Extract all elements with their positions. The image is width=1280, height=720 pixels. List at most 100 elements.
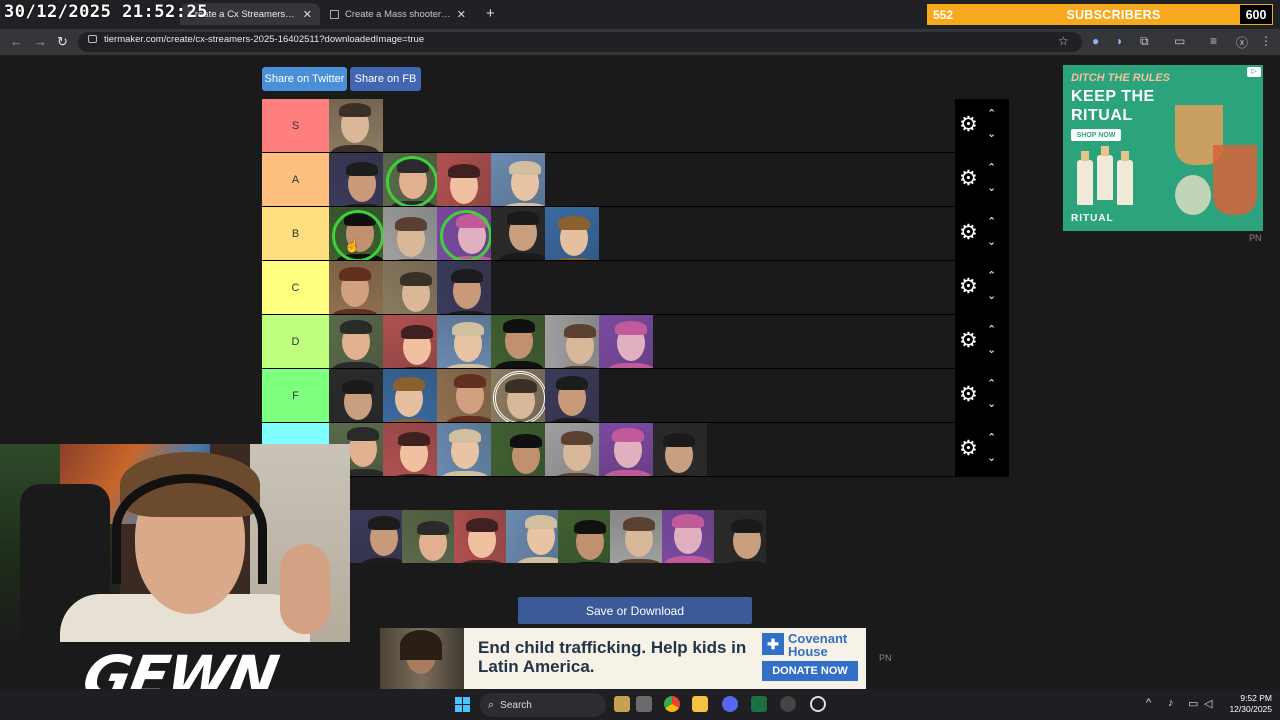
tier-item-image[interactable] bbox=[491, 207, 545, 260]
tier-item-image[interactable] bbox=[329, 315, 383, 368]
ritual-ad[interactable]: DITCH THE RULES KEEP THE RITUAL SHOP NOW… bbox=[1063, 65, 1263, 231]
tier-item-image[interactable] bbox=[437, 315, 491, 368]
tier-item-image[interactable] bbox=[454, 510, 506, 563]
tier-item-image[interactable] bbox=[714, 510, 766, 563]
chrome-icon[interactable] bbox=[664, 696, 680, 712]
tier-item-image[interactable] bbox=[491, 423, 545, 476]
reload-icon[interactable]: ↻ bbox=[57, 34, 68, 50]
share-twitter-button[interactable]: Share on Twitter bbox=[262, 67, 347, 91]
chevron-up-icon[interactable]: ⌃ bbox=[987, 217, 996, 228]
tier-item-image[interactable] bbox=[437, 369, 491, 422]
taskbar-search[interactable]: ⌕ Search bbox=[480, 693, 606, 717]
forward-icon[interactable]: → bbox=[34, 34, 47, 49]
tier-item-image[interactable] bbox=[437, 261, 491, 314]
tab-second[interactable]: Create a Mass shooter/murder... ✕ bbox=[322, 3, 474, 25]
tier-item-image[interactable] bbox=[329, 369, 383, 422]
tier-item-image[interactable] bbox=[545, 315, 599, 368]
profile-icon[interactable]: ⓧ bbox=[1236, 34, 1248, 51]
chevron-up-icon[interactable]: ⌃ bbox=[987, 163, 996, 174]
chevron-down-icon[interactable]: ⌄ bbox=[987, 399, 996, 410]
tier-item-image[interactable] bbox=[506, 510, 558, 563]
clock-app-icon[interactable] bbox=[810, 696, 826, 712]
file-explorer-icon[interactable] bbox=[692, 696, 708, 712]
extension-icon[interactable]: ● bbox=[1092, 34, 1099, 48]
tier-item-image[interactable] bbox=[558, 510, 610, 563]
discord-icon[interactable] bbox=[722, 696, 738, 712]
tier-item-image[interactable] bbox=[383, 207, 437, 260]
widgets-icon[interactable] bbox=[614, 696, 630, 712]
chevron-down-icon[interactable]: ⌄ bbox=[987, 291, 996, 302]
share-facebook-button[interactable]: Share on FB bbox=[350, 67, 421, 91]
tier-item-image[interactable] bbox=[599, 423, 653, 476]
settings-gear-icon[interactable]: ⚙ bbox=[959, 222, 978, 244]
tier-label[interactable]: D bbox=[262, 315, 329, 368]
tier-label[interactable]: S bbox=[262, 99, 329, 152]
tier-item-image[interactable] bbox=[599, 315, 653, 368]
task-view-icon[interactable] bbox=[636, 696, 652, 712]
tier-item-image[interactable] bbox=[437, 207, 491, 260]
media-icon[interactable]: ≡ bbox=[1210, 34, 1217, 48]
excel-icon[interactable] bbox=[751, 696, 767, 712]
adchoices-icon[interactable]: ▷ bbox=[1247, 67, 1261, 77]
tier-item-image[interactable] bbox=[545, 423, 599, 476]
tier-item-image[interactable] bbox=[491, 369, 545, 422]
chevron-down-icon[interactable]: ⌄ bbox=[987, 453, 996, 464]
donate-now-button[interactable]: DONATE NOW bbox=[762, 661, 858, 681]
tab-close-icon[interactable]: ✕ bbox=[457, 8, 466, 21]
audio-extension-icon[interactable]: ◗ bbox=[1116, 34, 1123, 48]
tier-item-image[interactable] bbox=[437, 423, 491, 476]
cast-icon[interactable]: ▭ bbox=[1174, 34, 1185, 48]
tier-item-image[interactable] bbox=[653, 423, 707, 476]
tier-item-image[interactable] bbox=[545, 207, 599, 260]
tier-item-image[interactable] bbox=[402, 510, 454, 563]
tier-item-image[interactable] bbox=[437, 153, 491, 206]
settings-gear-icon[interactable]: ⚙ bbox=[959, 114, 978, 136]
extensions-puzzle-icon[interactable]: ⧉ bbox=[1140, 34, 1149, 49]
tier-item-image[interactable] bbox=[329, 261, 383, 314]
chevron-down-icon[interactable]: ⌄ bbox=[987, 183, 996, 194]
tier-item-image[interactable] bbox=[383, 153, 437, 206]
microphone-icon[interactable]: ♪ bbox=[1168, 697, 1174, 709]
tier-item-image[interactable] bbox=[545, 369, 599, 422]
chevron-up-icon[interactable]: ⌃ bbox=[987, 433, 996, 444]
tier-item-image[interactable] bbox=[662, 510, 714, 563]
chevron-down-icon[interactable]: ⌄ bbox=[987, 129, 996, 140]
chevron-down-icon[interactable]: ⌄ bbox=[987, 237, 996, 248]
tier-item-image[interactable] bbox=[491, 153, 545, 206]
site-info-icon[interactable] bbox=[88, 35, 97, 43]
chevron-down-icon[interactable]: ⌄ bbox=[987, 345, 996, 356]
tier-label[interactable]: B bbox=[262, 207, 329, 260]
settings-gear-icon[interactable]: ⚙ bbox=[959, 276, 978, 298]
covenant-house-ad[interactable]: End child trafficking. Help kids in Lati… bbox=[380, 628, 866, 689]
tier-label[interactable]: C bbox=[262, 261, 329, 314]
tier-label[interactable]: F bbox=[262, 369, 329, 422]
ad-shop-button[interactable]: SHOP NOW bbox=[1071, 129, 1121, 141]
settings-gear-icon[interactable]: ⚙ bbox=[959, 384, 978, 406]
url-text[interactable]: tiermaker.com/create/cx-streamers-2025-1… bbox=[104, 34, 424, 45]
chevron-up-icon[interactable]: ⌃ bbox=[987, 109, 996, 120]
windows-start-icon[interactable] bbox=[455, 697, 470, 712]
tier-item-image[interactable] bbox=[610, 510, 662, 563]
tier-item-image[interactable] bbox=[383, 315, 437, 368]
chevron-up-icon[interactable]: ⌃ bbox=[987, 379, 996, 390]
menu-dots-icon[interactable]: ⋮ bbox=[1260, 34, 1272, 48]
tier-item-image[interactable] bbox=[329, 153, 383, 206]
tier-item-image[interactable] bbox=[491, 315, 545, 368]
settings-gear-icon[interactable]: ⚙ bbox=[959, 438, 978, 460]
bookmark-star-icon[interactable]: ☆ bbox=[1058, 34, 1069, 48]
tier-item-image[interactable] bbox=[350, 510, 402, 563]
tray-chevron-icon[interactable]: ^ bbox=[1146, 697, 1151, 709]
network-icon[interactable]: ▭ bbox=[1188, 697, 1198, 710]
tier-label[interactable]: A bbox=[262, 153, 329, 206]
obs-icon[interactable] bbox=[780, 696, 796, 712]
tier-item-image[interactable] bbox=[383, 369, 437, 422]
new-tab-icon[interactable]: + bbox=[486, 5, 495, 22]
tab-close-icon[interactable]: ✕ bbox=[303, 8, 312, 21]
back-icon[interactable]: ← bbox=[10, 34, 23, 49]
taskbar-clock[interactable]: 9:52 PM 12/30/2025 bbox=[1222, 693, 1272, 715]
settings-gear-icon[interactable]: ⚙ bbox=[959, 330, 978, 352]
tier-item-image[interactable] bbox=[329, 99, 383, 152]
save-download-button[interactable]: Save or Download bbox=[518, 597, 752, 624]
volume-icon[interactable]: ◁ bbox=[1204, 697, 1212, 710]
chevron-up-icon[interactable]: ⌃ bbox=[987, 271, 996, 282]
